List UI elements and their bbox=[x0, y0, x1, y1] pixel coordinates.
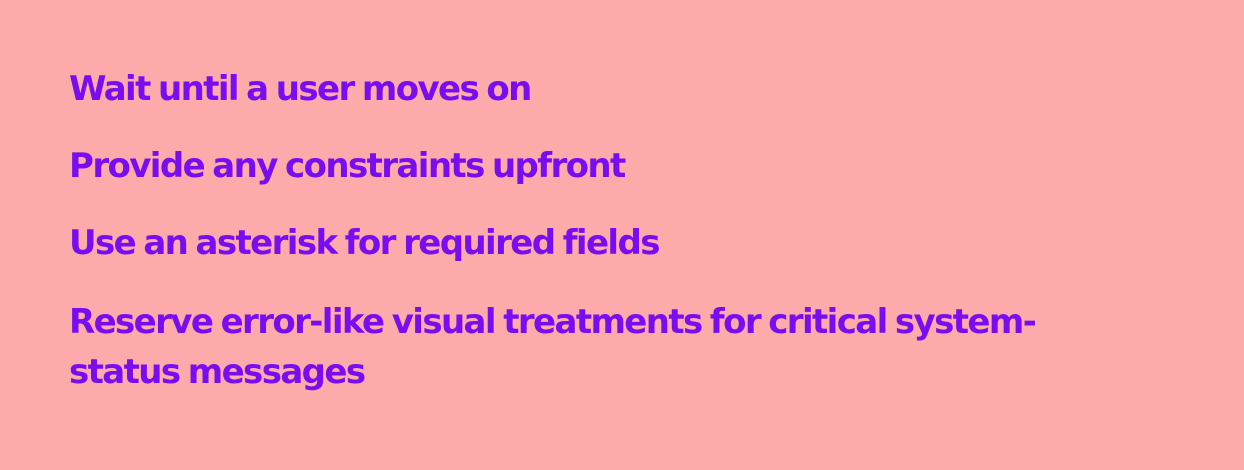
guideline-item-reserve-error-like-treatments: Reserve error-like visual treatments for… bbox=[69, 302, 1037, 392]
guideline-item-wait-until-user-moves-on: Wait until a user moves on bbox=[69, 69, 532, 109]
guideline-item-provide-constraints-upfront: Provide any constraints upfront bbox=[69, 146, 626, 186]
slide: Wait until a user moves on Provide any c… bbox=[0, 0, 1244, 470]
guideline-list: Wait until a user moves on Provide any c… bbox=[69, 66, 1189, 428]
guideline-item-asterisk-required-fields: Use an asterisk for required fields bbox=[69, 223, 660, 263]
